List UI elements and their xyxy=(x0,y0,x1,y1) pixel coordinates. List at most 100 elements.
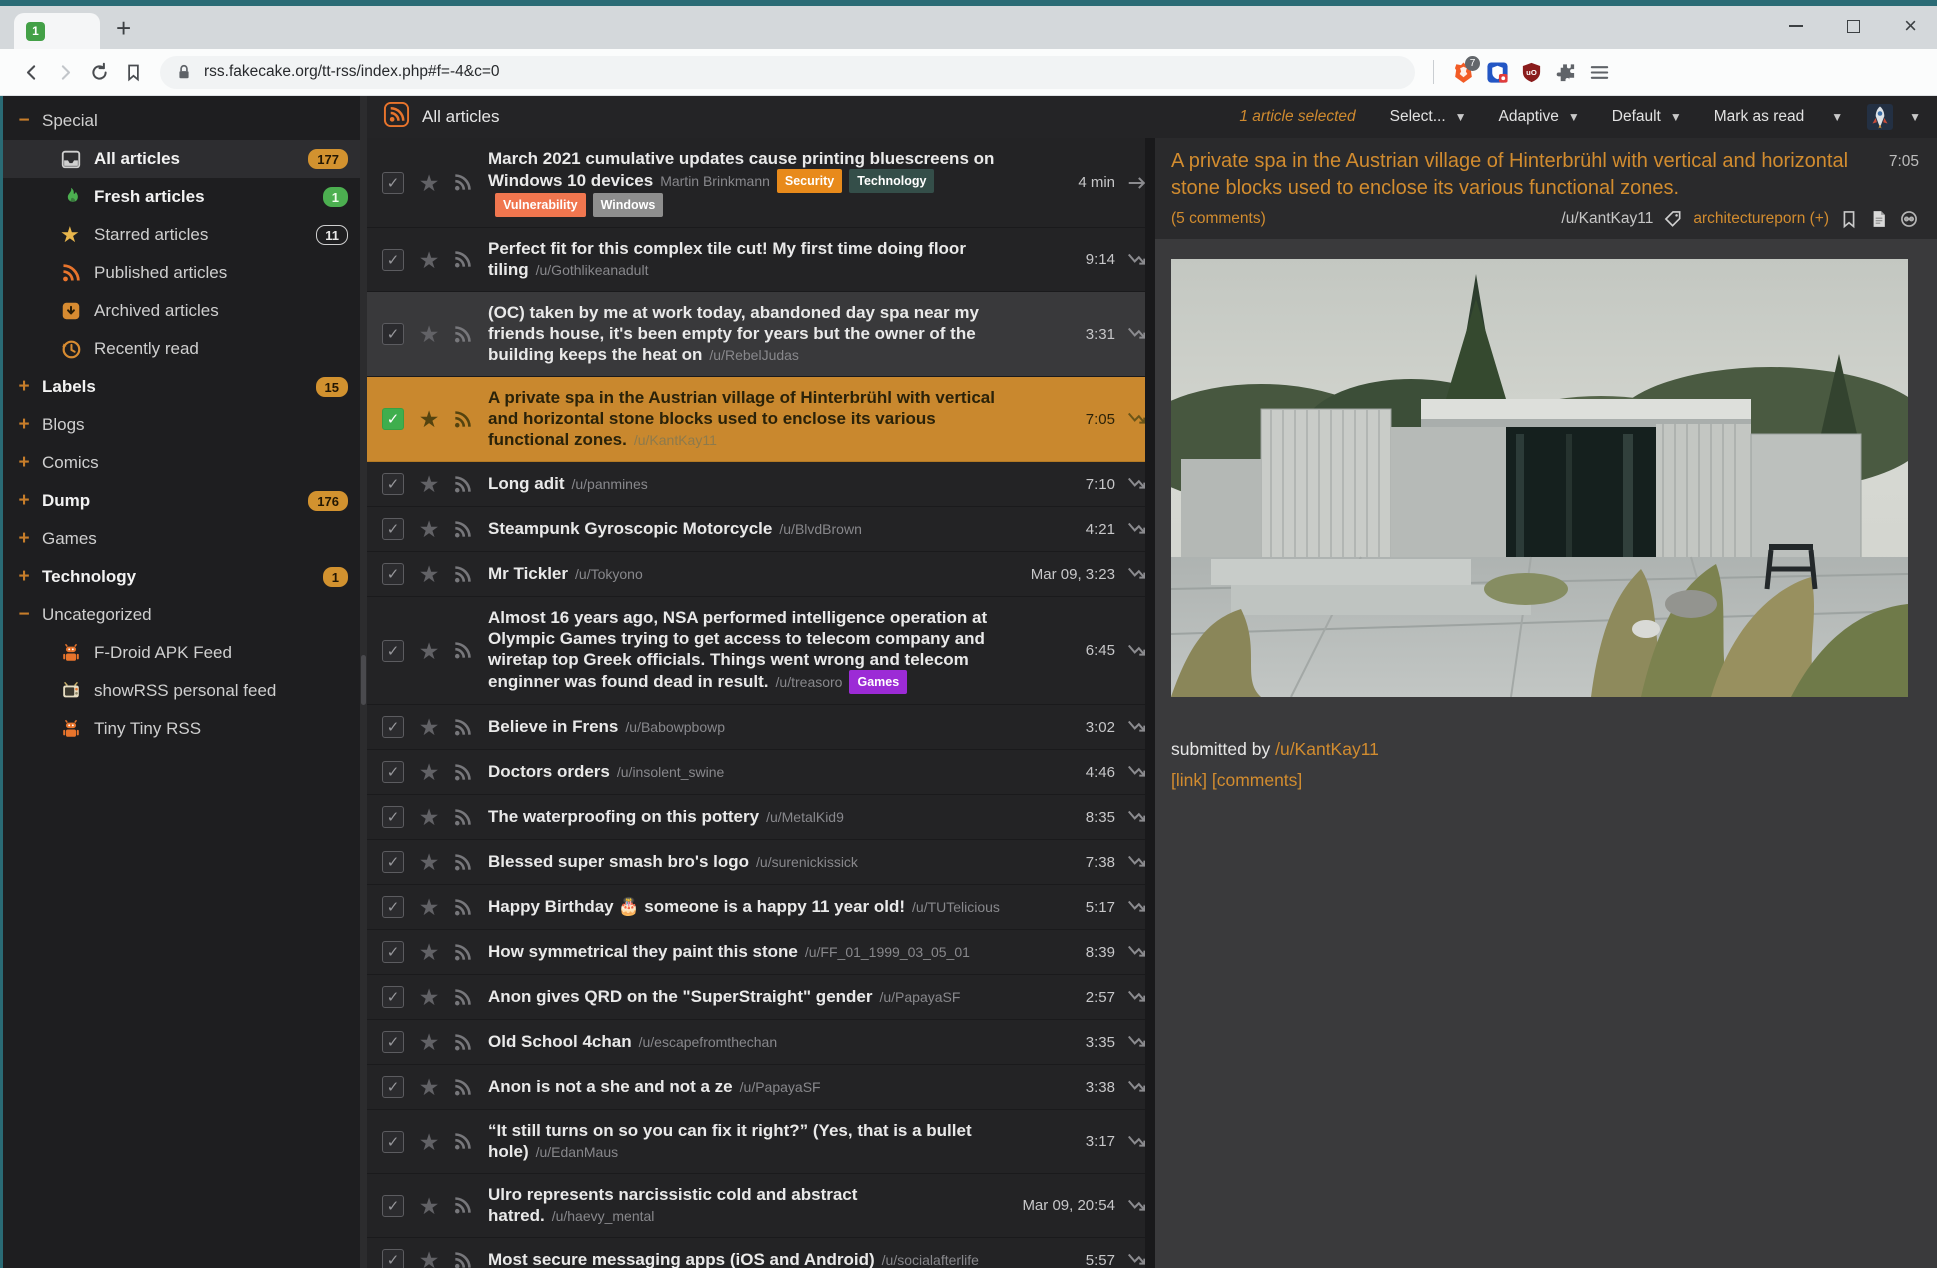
row-checkbox[interactable] xyxy=(382,716,404,738)
expander-icon[interactable]: − xyxy=(15,110,33,132)
article-row[interactable]: ★ March 2021 cumulative updates cause pr… xyxy=(367,138,1145,228)
expander-icon[interactable]: + xyxy=(15,566,33,588)
article-row-title[interactable]: Most secure messaging apps (iOS and Andr… xyxy=(488,1250,875,1268)
star-icon[interactable]: ★ xyxy=(417,851,441,873)
article-row-title[interactable]: Doctors orders xyxy=(488,762,610,781)
star-icon[interactable]: ★ xyxy=(417,563,441,585)
sidebar-item-technology[interactable]: + Technology 1 xyxy=(0,558,360,596)
row-checkbox[interactable] xyxy=(382,172,404,194)
publish-rss-icon[interactable] xyxy=(452,640,473,661)
publish-rss-icon[interactable] xyxy=(452,897,473,918)
article-title-link[interactable]: A private spa in the Austrian village of… xyxy=(1171,148,1889,202)
comments-link[interactable]: (5 comments) xyxy=(1171,210,1266,228)
star-icon[interactable]: ★ xyxy=(417,249,441,271)
star-icon[interactable]: ★ xyxy=(417,986,441,1008)
expander-icon[interactable]: + xyxy=(15,376,33,398)
minimize-button[interactable] xyxy=(1789,25,1803,27)
expander-icon[interactable]: + xyxy=(15,528,33,550)
row-checkbox[interactable] xyxy=(382,408,404,430)
article-row[interactable]: ★ Anon gives QRD on the "SuperStraight" … xyxy=(367,975,1145,1020)
article-tag-technology[interactable]: Technology xyxy=(849,169,934,193)
publish-rss-icon[interactable] xyxy=(452,409,473,430)
article-row[interactable]: ★ Perfect fit for this complex tile cut!… xyxy=(367,228,1145,292)
submitted-author-link[interactable]: /u/KantKay11 xyxy=(1275,739,1379,759)
sidebar-item-all-articles[interactable]: All articles 177 xyxy=(0,140,360,178)
star-icon[interactable]: ★ xyxy=(417,806,441,828)
expander-icon[interactable]: + xyxy=(15,452,33,474)
sidebar-item-dump[interactable]: + Dump 176 xyxy=(0,482,360,520)
article-row-title[interactable]: Happy Birthday 🎂 someone is a happy 11 y… xyxy=(488,897,905,916)
row-checkbox[interactable] xyxy=(382,249,404,271)
publish-rss-icon[interactable] xyxy=(452,762,473,783)
publish-rss-icon[interactable] xyxy=(452,807,473,828)
publish-rss-icon[interactable] xyxy=(452,1131,473,1152)
sidebar-item-f-droid-apk-feed[interactable]: F-Droid APK Feed xyxy=(0,634,360,672)
bitwarden-icon[interactable] xyxy=(1480,55,1514,89)
link-icon[interactable] xyxy=(1899,209,1919,229)
article-row[interactable]: ★ Doctors orders/u/insolent_swine 4:46 xyxy=(367,750,1145,795)
star-icon[interactable]: ★ xyxy=(417,761,441,783)
publish-rss-icon[interactable] xyxy=(452,717,473,738)
publish-rss-icon[interactable] xyxy=(452,564,473,585)
mark-as-read-dropdown[interactable]: Mark as read▼ xyxy=(1706,104,1851,130)
sidebar-item-special[interactable]: − Special xyxy=(0,102,360,140)
article-row[interactable]: ★ The waterproofing on this pottery/u/Me… xyxy=(367,795,1145,840)
article-tag-windows[interactable]: Windows xyxy=(593,193,664,217)
article-tag-security[interactable]: Security xyxy=(777,169,842,193)
article-feed-tag-link[interactable]: architectureporn (+) xyxy=(1693,210,1829,228)
row-checkbox[interactable] xyxy=(382,1131,404,1153)
expander-icon[interactable]: + xyxy=(15,414,33,436)
sidebar-item-archived-articles[interactable]: Archived articles xyxy=(0,292,360,330)
pane-divider[interactable] xyxy=(1145,138,1155,1268)
view-mode-dropdown[interactable]: Adaptive▼ xyxy=(1491,104,1588,130)
article-row-title[interactable]: Anon gives QRD on the "SuperStraight" ge… xyxy=(488,987,872,1006)
article-row[interactable]: ★ Anon is not a she and not a ze/u/Papay… xyxy=(367,1065,1145,1110)
url-bar[interactable]: rss.fakecake.org/tt-rss/index.php#f=-4&c… xyxy=(160,56,1415,89)
star-icon[interactable]: ★ xyxy=(417,473,441,495)
publish-rss-icon[interactable] xyxy=(452,1195,473,1216)
select-dropdown[interactable]: Select...▼ xyxy=(1382,104,1475,130)
row-checkbox[interactable] xyxy=(382,806,404,828)
bookmark-button[interactable] xyxy=(116,55,150,89)
splitter-grip[interactable] xyxy=(361,655,366,705)
star-icon[interactable]: ★ xyxy=(417,1195,441,1217)
article-row-title[interactable]: Mr Tickler xyxy=(488,564,568,583)
publish-rss-icon[interactable] xyxy=(452,852,473,873)
article-row-title[interactable]: Ulro represents narcissistic cold and ab… xyxy=(488,1185,857,1225)
article-row-title[interactable]: Old School 4chan xyxy=(488,1032,632,1051)
row-checkbox[interactable] xyxy=(382,1249,404,1268)
row-checkbox[interactable] xyxy=(382,518,404,540)
new-tab-button[interactable]: + xyxy=(116,15,131,41)
star-icon[interactable]: ★ xyxy=(417,716,441,738)
article-links[interactable]: [link] [comments] xyxy=(1171,770,1919,791)
row-checkbox[interactable] xyxy=(382,761,404,783)
publish-rss-icon[interactable] xyxy=(452,172,473,193)
expander-icon[interactable]: − xyxy=(15,604,33,626)
row-checkbox[interactable] xyxy=(382,1076,404,1098)
sidebar-item-comics[interactable]: + Comics xyxy=(0,444,360,482)
star-icon[interactable]: ★ xyxy=(417,941,441,963)
row-checkbox[interactable] xyxy=(382,896,404,918)
sidebar-item-published-articles[interactable]: Published articles xyxy=(0,254,360,292)
article-row[interactable]: ★ Blessed super smash bro's logo/u/suren… xyxy=(367,840,1145,885)
row-checkbox[interactable] xyxy=(382,941,404,963)
sidebar-splitter[interactable] xyxy=(360,96,367,1268)
ublock-icon[interactable]: uO xyxy=(1514,55,1548,89)
article-row-title[interactable]: The waterproofing on this pottery xyxy=(488,807,759,826)
article-row-title[interactable]: Believe in Frens xyxy=(488,717,618,736)
row-checkbox[interactable] xyxy=(382,473,404,495)
profile-avatar[interactable] xyxy=(1867,104,1893,130)
article-row[interactable]: ★ Happy Birthday 🎂 someone is a happy 11… xyxy=(367,885,1145,930)
publish-rss-icon[interactable] xyxy=(452,1032,473,1053)
publish-rss-icon[interactable] xyxy=(452,249,473,270)
bookmark-icon[interactable] xyxy=(1839,209,1859,229)
star-icon[interactable]: ★ xyxy=(417,518,441,540)
expander-icon[interactable]: + xyxy=(15,490,33,512)
article-row[interactable]: ★ Old School 4chan/u/escapefromthechan 3… xyxy=(367,1020,1145,1065)
article-row[interactable]: ★ Steampunk Gyroscopic Motorcycle/u/Blvd… xyxy=(367,507,1145,552)
publish-rss-icon[interactable] xyxy=(452,942,473,963)
publish-rss-icon[interactable] xyxy=(452,987,473,1008)
publish-rss-icon[interactable] xyxy=(452,519,473,540)
brave-shield-icon[interactable]: 7 xyxy=(1446,55,1480,89)
sidebar-item-starred-articles[interactable]: ★ Starred articles 11 xyxy=(0,216,360,254)
